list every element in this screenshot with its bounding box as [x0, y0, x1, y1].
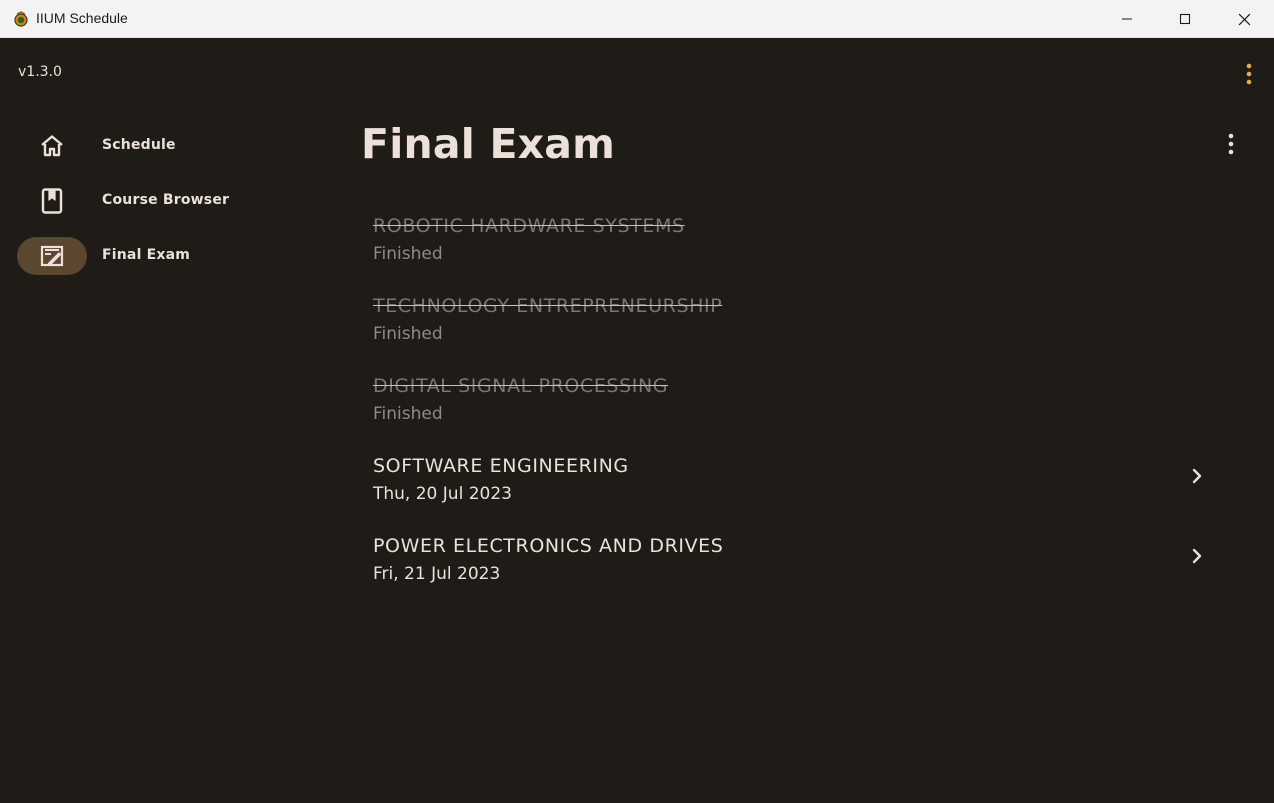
- nav-pill-active[interactable]: [17, 237, 87, 275]
- exam-list-item: DIGITAL SIGNAL PROCESSING Finished: [373, 370, 1223, 440]
- exam-name: TECHNOLOGY ENTREPRENEURSHIP: [373, 295, 723, 317]
- page-more-menu-button[interactable]: [1220, 130, 1242, 158]
- more-vert-icon: [1228, 133, 1234, 155]
- exam-date: Thu, 20 Jul 2023: [373, 484, 512, 504]
- maximize-button[interactable]: [1156, 0, 1214, 38]
- exam-list-item: TECHNOLOGY ENTREPRENEURSHIP Finished: [373, 290, 1223, 360]
- app-logo-icon: [14, 11, 28, 27]
- title-bar[interactable]: IIUM Schedule: [0, 0, 1274, 38]
- minimize-icon: [1122, 18, 1132, 20]
- exam-list-item[interactable]: SOFTWARE ENGINEERING Thu, 20 Jul 2023: [373, 450, 1223, 520]
- exam-name: ROBOTIC HARDWARE SYSTEMS: [373, 215, 685, 237]
- more-vert-icon: [1246, 63, 1252, 85]
- exam-list-item: ROBOTIC HARDWARE SYSTEMS Finished: [373, 210, 1223, 280]
- exam-name: DIGITAL SIGNAL PROCESSING: [373, 375, 669, 397]
- nav-item-label: Course Browser: [102, 192, 230, 208]
- chevron-right-icon[interactable]: [1187, 546, 1207, 566]
- nav-item-course-browser[interactable]: Course Browser: [17, 182, 317, 220]
- app-window: IIUM Schedule v1.3.0 Schedule Course Bro…: [0, 0, 1274, 803]
- exam-name: POWER ELECTRONICS AND DRIVES: [373, 535, 724, 557]
- book-icon: [41, 188, 63, 214]
- maximize-icon: [1179, 13, 1191, 25]
- exam-status: Finished: [373, 244, 443, 264]
- home-icon: [41, 135, 63, 157]
- minimize-button[interactable]: [1098, 0, 1156, 38]
- exam-list-item[interactable]: POWER ELECTRONICS AND DRIVES Fri, 21 Jul…: [373, 530, 1223, 600]
- exam-name: SOFTWARE ENGINEERING: [373, 455, 629, 477]
- app-more-menu-button[interactable]: [1238, 60, 1260, 88]
- close-icon: [1238, 13, 1250, 25]
- exam-icon: [40, 245, 64, 267]
- nav-item-final-exam[interactable]: Final Exam: [17, 237, 317, 275]
- app-version: v1.3.0: [18, 64, 62, 80]
- nav-item-schedule[interactable]: Schedule: [17, 127, 317, 165]
- nav-item-label: Final Exam: [102, 247, 191, 263]
- nav-pill[interactable]: [17, 127, 87, 165]
- chevron-right-icon[interactable]: [1187, 466, 1207, 486]
- page-title: Final Exam: [361, 120, 616, 168]
- exam-status: Finished: [373, 324, 443, 344]
- close-button[interactable]: [1215, 0, 1273, 38]
- window-title: IIUM Schedule: [36, 10, 128, 26]
- exam-date: Fri, 21 Jul 2023: [373, 564, 501, 584]
- nav-pill[interactable]: [17, 182, 87, 220]
- nav-item-label: Schedule: [102, 137, 176, 153]
- exam-status: Finished: [373, 404, 443, 424]
